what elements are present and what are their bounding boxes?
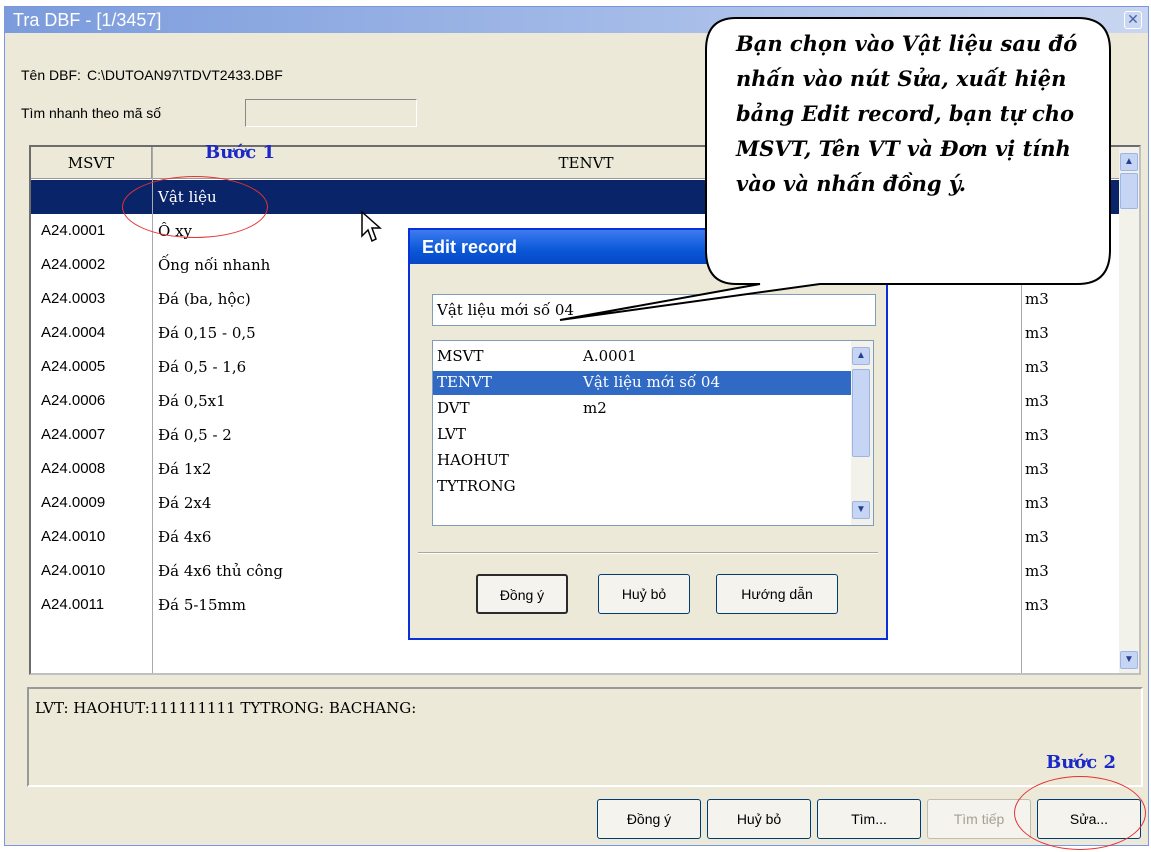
msvt-cell: A24.0006	[41, 392, 106, 409]
msvt-cell: A24.0004	[41, 324, 106, 341]
grid-scrollbar[interactable]: ▲ ▼	[1119, 147, 1139, 673]
msvt-cell: A24.0002	[41, 256, 106, 273]
field-value: Vật liệu mới số 04	[583, 373, 721, 391]
record-info-text: LVT: HAOHUT:111111111 TYTRONG: BACHANG:	[35, 699, 417, 717]
dbf-name-value: C:\DUTOAN97\TDVT2433.DBF	[87, 67, 283, 83]
msvt-cell: A24.0011	[41, 596, 105, 613]
dvt-cell: m3	[1025, 324, 1049, 342]
field-value: m2	[583, 399, 607, 417]
dialog-help-button[interactable]: Hướng dẫn	[716, 574, 838, 614]
field-value: A.0001	[583, 347, 637, 365]
mouse-cursor-icon	[361, 210, 382, 243]
step1-highlight-circle	[122, 176, 268, 238]
field-key: TENVT	[437, 373, 492, 391]
field-scroll-up-icon[interactable]: ▲	[852, 347, 870, 365]
dvt-cell: m3	[1025, 426, 1049, 444]
edit-record-dialog: Edit record Vật liệu mới số 04 MSVT A.000…	[408, 228, 888, 640]
column-divider	[1021, 147, 1022, 673]
field-list-item[interactable]: MSVT A.0001	[433, 345, 851, 369]
cancel-button[interactable]: Huỷ bỏ	[707, 799, 811, 839]
field-list-scrollbar[interactable]: ▲ ▼	[851, 341, 873, 525]
field-scroll-thumb[interactable]	[852, 369, 870, 457]
dvt-cell: m3	[1025, 460, 1049, 478]
field-key: LVT	[437, 425, 467, 443]
dvt-cell: m3	[1025, 392, 1049, 410]
field-key: HAOHUT	[437, 451, 509, 469]
msvt-cell: A24.0008	[41, 460, 106, 477]
field-list-item[interactable]: HAOHUT	[433, 449, 851, 473]
close-icon[interactable]: ✕	[1124, 11, 1142, 29]
step2-label: Bước 2	[1046, 752, 1117, 773]
dvt-cell: m3	[1025, 290, 1049, 308]
msvt-cell: A24.0007	[41, 426, 106, 443]
record-info-panel: LVT: HAOHUT:111111111 TYTRONG: BACHANG:	[27, 687, 1143, 787]
ok-button[interactable]: Đồng ý	[597, 799, 701, 839]
dvt-cell: m3	[1025, 528, 1049, 546]
step1-label: Bước 1	[205, 142, 276, 163]
msvt-cell: A24.0005	[41, 358, 106, 375]
window-title: Tra DBF - [1/3457]	[13, 10, 162, 30]
msvt-cell: A24.0010	[41, 562, 106, 579]
dvt-cell: m3	[1025, 358, 1049, 376]
dvt-cell	[1021, 214, 1121, 248]
field-key: MSVT	[437, 347, 484, 365]
dbf-name-label: Tên DBF:	[21, 67, 81, 83]
field-list-item[interactable]: TYTRONG	[433, 475, 851, 499]
scroll-up-icon[interactable]: ▲	[1120, 153, 1138, 171]
dvt-cell: cái	[1025, 256, 1048, 274]
dvt-cell: m3	[1025, 596, 1049, 614]
dialog-separator	[418, 552, 878, 554]
callout-text: Bạn chọn vào Vật liệu sau đó nhấn vào nú…	[736, 31, 1078, 196]
edit-record-title[interactable]: Edit record	[410, 230, 886, 264]
msvt-cell: A24.0009	[41, 494, 106, 511]
edit-value-input[interactable]: Vật liệu mới số 04	[432, 294, 876, 326]
dialog-cancel-button[interactable]: Huỷ bỏ	[598, 574, 690, 614]
dialog-ok-button[interactable]: Đồng ý	[476, 574, 568, 614]
dvt-cell: m3	[1025, 562, 1049, 580]
column-header-msvt[interactable]: MSVT	[31, 147, 152, 179]
msvt-cell: A24.0003	[41, 290, 106, 307]
dvt-cell: m3	[1025, 494, 1049, 512]
field-key: DVT	[437, 399, 470, 417]
step2-highlight-circle	[1014, 776, 1146, 850]
field-list-item[interactable]: LVT	[433, 423, 851, 447]
scroll-thumb[interactable]	[1120, 173, 1138, 209]
msvt-cell: A24.0010	[41, 528, 106, 545]
field-list-item[interactable]: TENVT Vật liệu mới số 04	[433, 371, 851, 395]
quick-search-label: Tìm nhanh theo mã số	[21, 105, 162, 121]
field-key: TYTRONG	[437, 477, 516, 495]
quick-search-input[interactable]	[245, 99, 417, 127]
field-list-item[interactable]: DVT m2	[433, 397, 851, 421]
field-list[interactable]: MSVT A.0001 TENVT Vật liệu mới số 04 DVT m2 LV…	[432, 340, 874, 526]
find-button[interactable]: Tìm...	[817, 799, 921, 839]
scroll-down-icon[interactable]: ▼	[1120, 651, 1138, 669]
field-scroll-down-icon[interactable]: ▼	[852, 501, 870, 519]
